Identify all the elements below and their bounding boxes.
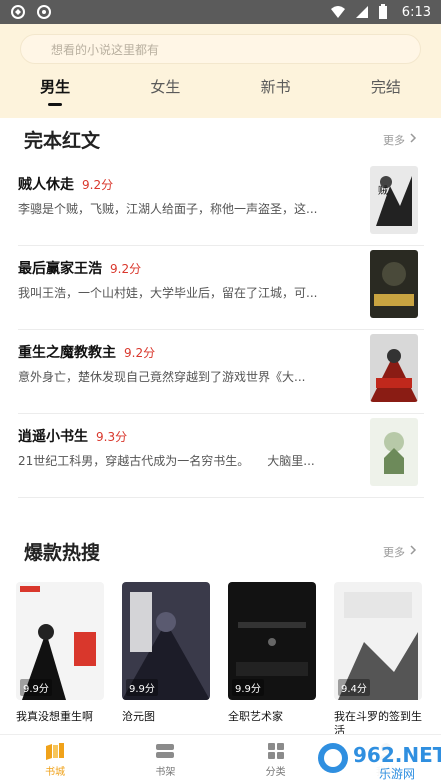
book-title: 最后赢家王浩 bbox=[18, 261, 102, 277]
book-score: 9.2分 bbox=[124, 346, 156, 360]
status-bar: 6:13 bbox=[0, 0, 441, 24]
book-row[interactable]: 逍遥小书生 9.3分 21世纪工科男，穿越古代成为一名穷书生。 大脑里... bbox=[18, 414, 424, 498]
book-description: 意外身亡，楚休发现自己竟然穿越到了游戏世界《大... bbox=[18, 370, 306, 384]
tab-male[interactable]: 男生 bbox=[0, 76, 110, 106]
wifi-icon bbox=[330, 4, 346, 20]
chevron-right-icon bbox=[409, 545, 417, 558]
svg-text:乐游网: 乐游网 bbox=[379, 767, 415, 781]
book-title-line: 逍遥小书生 9.3分 bbox=[18, 426, 127, 446]
book-row[interactable]: 重生之魔教教主 9.2分 意外身亡，楚休发现自己竟然穿越到了游戏世界《大... bbox=[18, 330, 424, 414]
hot-book-item[interactable]: 9.9分 全职艺术家 bbox=[228, 582, 316, 734]
signal-icon bbox=[354, 4, 370, 20]
category-icon bbox=[265, 742, 287, 760]
hot-book-item[interactable]: 9.4分 我在斗罗的签到生活 bbox=[334, 582, 422, 737]
app-notification-icon bbox=[36, 4, 52, 20]
search-input[interactable]: 想看的小说这里都有 bbox=[20, 34, 421, 64]
book-cover bbox=[370, 250, 418, 318]
section-hot-header: 爆款热搜 更多 bbox=[24, 538, 417, 565]
book-title: 逍遥小书生 bbox=[18, 429, 88, 445]
svg-text:贼: 贼 bbox=[378, 184, 388, 197]
search-placeholder: 想看的小说这里都有 bbox=[51, 42, 160, 57]
hot-book-item[interactable]: 9.9分 沧元图 bbox=[122, 582, 210, 734]
book-score: 9.9分 bbox=[20, 679, 52, 696]
tab-female[interactable]: 女生 bbox=[110, 76, 220, 106]
book-score: 9.4分 bbox=[338, 679, 370, 696]
svg-text:962.NET: 962.NET bbox=[353, 743, 441, 767]
hot-book-list: 9.9分 我真没想重生啊 9.9分 沧元图 9.9分 全职艺术家 9.4分 我在… bbox=[16, 582, 426, 737]
book-score: 9.9分 bbox=[232, 679, 264, 696]
more-link[interactable]: 更多 bbox=[383, 544, 417, 560]
book-title-line: 最后赢家王浩 9.2分 bbox=[18, 258, 141, 278]
book-cover bbox=[370, 418, 418, 486]
app-notification-icon bbox=[10, 4, 26, 20]
hot-book-item[interactable]: 9.9分 我真没想重生啊 bbox=[16, 582, 104, 734]
book-title: 我真没想重生啊 bbox=[16, 710, 93, 723]
book-title: 贼人休走 bbox=[18, 177, 74, 193]
more-label: 更多 bbox=[383, 545, 405, 559]
site-watermark-logo: 962.NET 乐游网 bbox=[309, 730, 441, 784]
bookstore-icon bbox=[44, 742, 66, 760]
book-score: 9.9分 bbox=[126, 679, 158, 696]
nav-bookshelf[interactable]: 书架 bbox=[110, 735, 220, 784]
book-cover: 贼 bbox=[370, 166, 418, 234]
nav-bookstore[interactable]: 书城 bbox=[0, 735, 110, 784]
book-score: 9.2分 bbox=[82, 178, 114, 192]
book-title-line: 重生之魔教教主 9.2分 bbox=[18, 342, 155, 362]
section-complete-header: 完本红文 更多 bbox=[24, 126, 417, 153]
header: 想看的小说这里都有 男生 女生 新书 完结 bbox=[0, 24, 441, 118]
book-description: 我叫王浩，一个山村娃，大学毕业后，留在了江城，可... bbox=[18, 286, 318, 300]
book-row[interactable]: 最后赢家王浩 9.2分 我叫王浩，一个山村娃，大学毕业后，留在了江城，可... bbox=[18, 246, 424, 330]
nav-label: 书架 bbox=[155, 766, 176, 778]
section-title: 完本红文 bbox=[24, 130, 101, 152]
nav-label: 书城 bbox=[45, 766, 66, 778]
book-title: 沧元图 bbox=[122, 710, 155, 723]
book-cover: 9.4分 bbox=[334, 582, 422, 700]
bookshelf-icon bbox=[154, 742, 176, 760]
section-title: 爆款热搜 bbox=[24, 542, 101, 564]
book-row[interactable]: 贼人休走 9.2分 李骢是个贼，飞贼，江湖人给面子，称他一声盗圣，这... 贼 bbox=[18, 162, 424, 246]
category-tabs: 男生 女生 新书 完结 bbox=[0, 76, 441, 106]
book-title: 重生之魔教教主 bbox=[18, 345, 116, 361]
tab-new[interactable]: 新书 bbox=[221, 76, 331, 106]
book-description: 21世纪工科男，穿越古代成为一名穷书生。 大脑里... bbox=[18, 454, 315, 468]
chevron-right-icon bbox=[409, 133, 417, 146]
book-cover bbox=[370, 334, 418, 402]
book-score: 9.2分 bbox=[110, 262, 142, 276]
battery-icon bbox=[378, 4, 394, 20]
more-label: 更多 bbox=[383, 133, 405, 147]
book-score: 9.3分 bbox=[96, 430, 128, 444]
book-cover: 9.9分 bbox=[228, 582, 316, 700]
book-title: 全职艺术家 bbox=[228, 710, 283, 723]
tab-finished[interactable]: 完结 bbox=[331, 76, 441, 106]
more-link[interactable]: 更多 bbox=[383, 132, 417, 148]
nav-label: 分类 bbox=[265, 766, 286, 778]
book-title-line: 贼人休走 9.2分 bbox=[18, 174, 113, 194]
book-cover: 9.9分 bbox=[122, 582, 210, 700]
status-time: 6:13 bbox=[401, 4, 431, 20]
book-cover: 9.9分 bbox=[16, 582, 104, 700]
book-description: 李骢是个贼，飞贼，江湖人给面子，称他一声盗圣，这... bbox=[18, 202, 318, 216]
